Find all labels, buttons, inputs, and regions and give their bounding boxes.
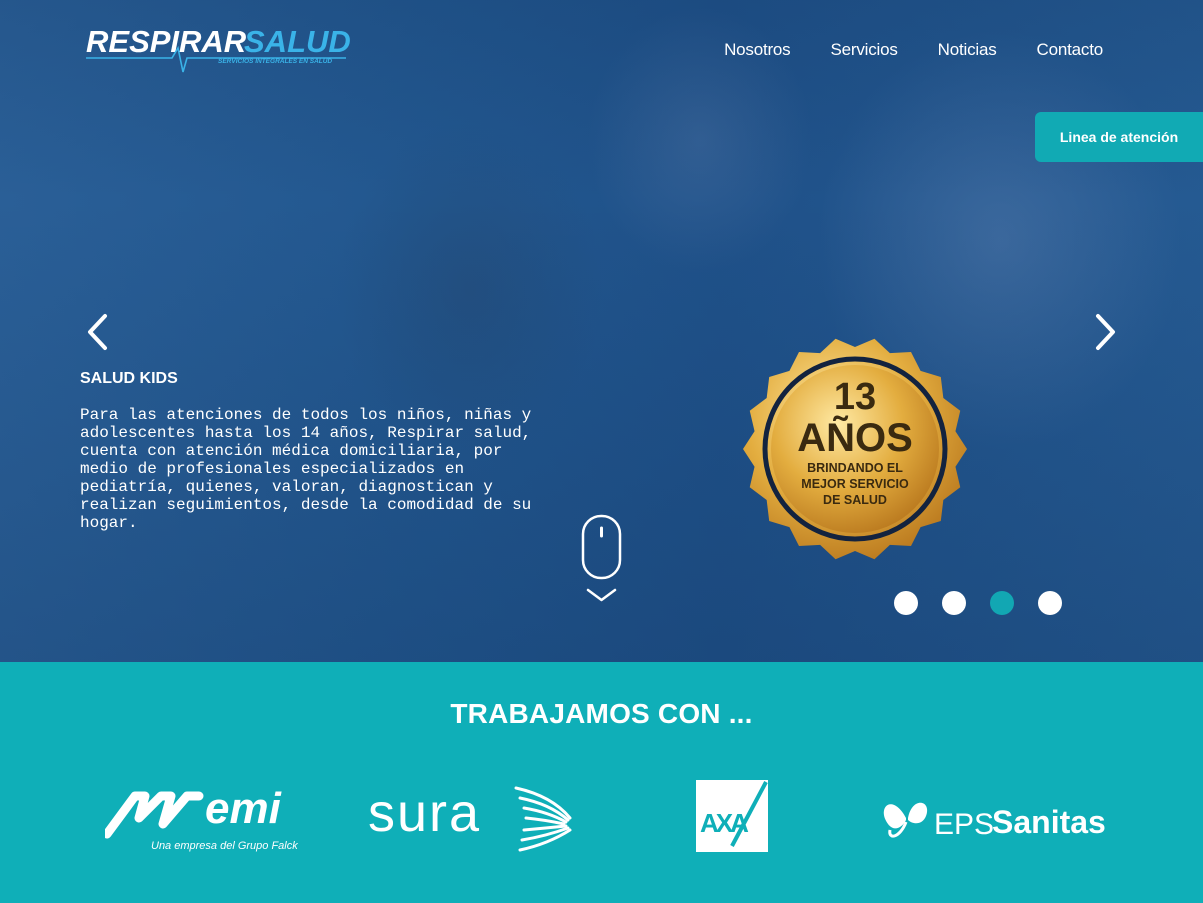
slide-caption: SALUD KIDS Para las atenciones de todos … [80,370,550,532]
nav-contacto[interactable]: Contacto [1037,40,1104,60]
emi-name: emi [205,784,281,833]
hero-slider: RESPIRAR SALUD SERVICIOS INTEGRALES EN S… [0,0,1203,662]
nav-nosotros[interactable]: Nosotros [724,40,791,60]
carousel-dot-1[interactable] [894,591,918,615]
nav-servicios[interactable]: Servicios [831,40,898,60]
axa-name: AXA [700,808,749,838]
logo-text-b: SALUD [244,24,351,59]
emi-subtitle: Una empresa del Grupo Falck [151,840,298,852]
badge-caption: BRINDANDO EL MEJOR SERVICIO DE SALUD [801,461,909,507]
chevron-left-icon [88,314,107,350]
partner-emi-logo[interactable]: emi Una empresa del Grupo Falck [102,778,320,858]
partners-title: TRABAJAMOS CON ... [450,698,753,729]
slide-text: Para las atenciones de todos los niños, … [80,406,532,532]
badge-years: 13 [833,376,877,418]
partner-sanitas-logo[interactable]: EPS Sanitas [882,790,1107,844]
prev-slide-button[interactable] [78,310,118,354]
logo-tagline: SERVICIOS INTEGRALES EN SALUD [218,58,332,65]
carousel-dot-4[interactable] [1038,591,1062,615]
mouse-scroll-icon [581,514,622,602]
chevron-right-icon [1096,314,1115,350]
anniversary-badge: 13 AÑOS BRINDANDO EL MEJOR SERVICIO DE S… [735,332,975,566]
carousel-indicators [894,591,1062,615]
next-slide-button[interactable] [1085,310,1125,354]
linea-atencion-button[interactable]: Linea de atención [1035,112,1203,162]
main-nav: Nosotros Servicios Noticias Contacto [724,40,1103,60]
carousel-dot-2[interactable] [942,591,966,615]
nav-noticias[interactable]: Noticias [938,40,997,60]
sanitas-prefix: EPS [934,808,995,841]
logo[interactable]: RESPIRAR SALUD SERVICIOS INTEGRALES EN S… [86,24,366,80]
partner-axa-logo[interactable]: AXA [696,780,768,852]
butterfly-icon [883,802,928,838]
logo-text-a: RESPIRAR [86,24,247,59]
linea-atencion-label: Linea de atención [1059,129,1179,145]
sura-name: sura [368,783,482,843]
sura-wing-icon [514,786,572,852]
scroll-down-indicator[interactable] [580,514,624,606]
slide-title: SALUD KIDS [80,370,178,387]
partner-sura-logo[interactable]: sura [368,778,578,858]
carousel-dot-3[interactable] [990,591,1014,615]
badge-unit: AÑOS [797,416,913,460]
sanitas-name: Sanitas [992,804,1106,840]
